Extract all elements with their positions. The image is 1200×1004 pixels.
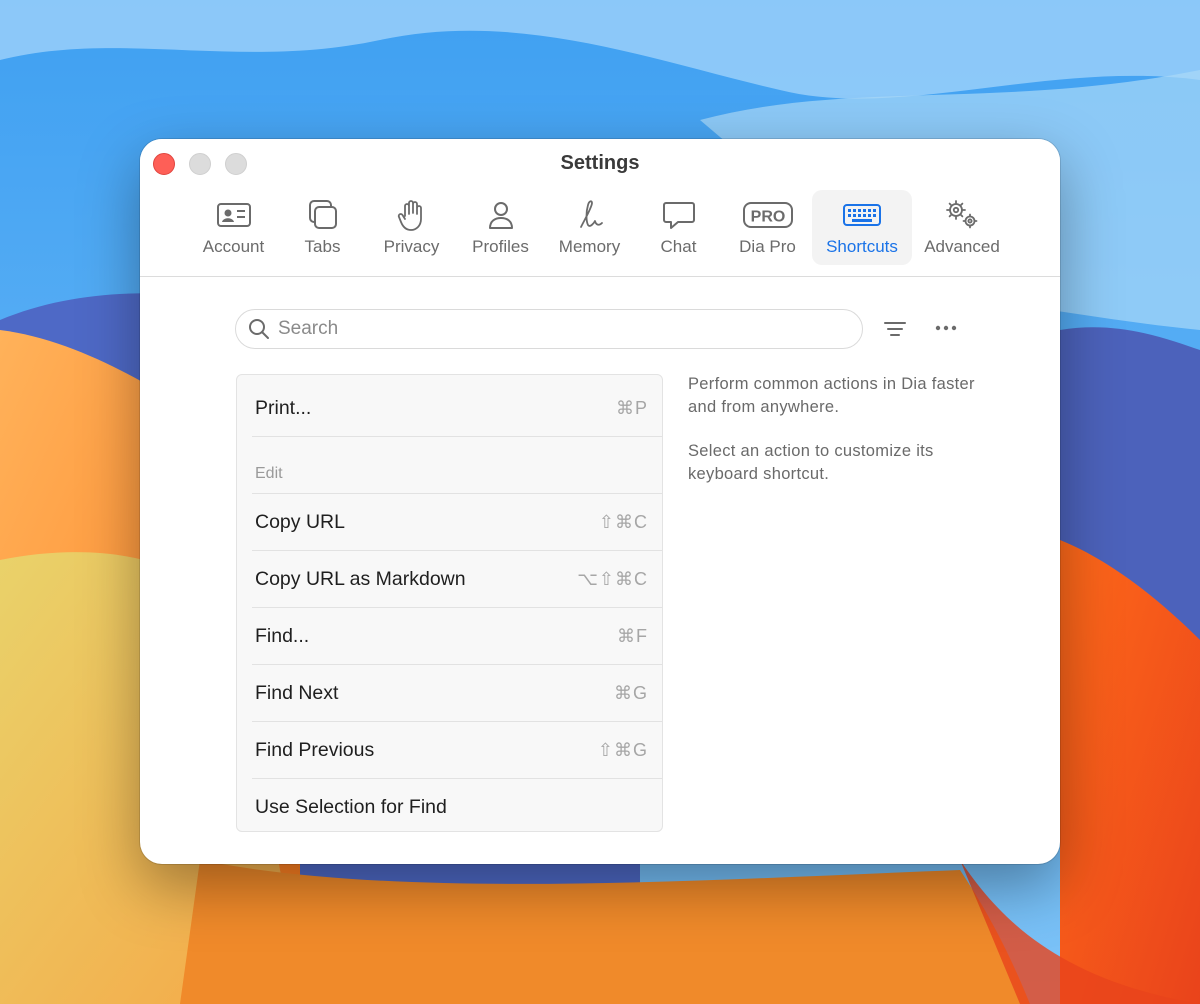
tab-label: Profiles (472, 237, 529, 256)
tab-label: Chat (660, 237, 697, 256)
list-item[interactable]: Find Previous ⇧⌘G (252, 722, 662, 779)
list-item[interactable]: Copy URL ⇧⌘C (252, 494, 662, 551)
tab-account[interactable]: Account (189, 190, 278, 265)
help-description: Perform common actions in Dia faster and… (688, 375, 975, 416)
more-options-icon[interactable] (933, 317, 959, 339)
keyboard-icon (843, 204, 881, 226)
search-input[interactable] (278, 318, 838, 340)
list-item[interactable]: Find... ⌘F (252, 608, 662, 665)
tab-label: Shortcuts (826, 237, 898, 256)
shortcuts-list: Print... ⌘P Edit Copy URL ⇧⌘C Copy URL a… (236, 374, 663, 832)
shortcut-keys: ⇧⌘G (597, 739, 648, 760)
tab-dia-pro[interactable]: PRO Dia Pro (723, 190, 812, 265)
memory-icon (579, 200, 603, 228)
tab-label: Advanced (924, 237, 1000, 256)
help-panel: Perform common actions in Dia faster and… (688, 373, 988, 486)
gears-icon (946, 200, 978, 229)
list-item[interactable]: Find Next ⌘G (252, 665, 662, 722)
section-header-edit: Edit (255, 465, 283, 482)
list-item[interactable]: Use Selection for Find (252, 779, 662, 831)
search-field[interactable] (235, 309, 863, 349)
section-divider (252, 437, 662, 494)
tab-advanced[interactable]: Advanced (912, 190, 1012, 265)
shortcut-action-name: Use Selection for Find (255, 796, 447, 818)
tab-label: Memory (558, 237, 621, 256)
help-instruction: Select an action to customize its keyboa… (688, 442, 934, 483)
settings-window: Settings Account Tabs Privacy Profiles M… (140, 139, 1060, 864)
shortcut-action-name: Copy URL (255, 510, 345, 533)
settings-toolbar: Account Tabs Privacy Profiles Memory Cha… (189, 190, 1012, 265)
tab-chat[interactable]: Chat (634, 190, 723, 265)
tab-profiles[interactable]: Profiles (456, 190, 545, 265)
window-title: Settings (560, 152, 640, 174)
tab-label: Privacy (383, 237, 440, 256)
shortcut-action-name: Find Next (255, 681, 339, 704)
shortcut-action-name: Print... (255, 396, 312, 419)
chat-bubble-icon (662, 202, 695, 229)
shortcut-keys: ⌘P (615, 397, 648, 418)
tab-label: Dia Pro (739, 237, 796, 256)
list-item[interactable]: Print... ⌘P (252, 380, 662, 437)
window-titlebar: Settings Account Tabs Privacy Profiles M… (140, 139, 1060, 277)
shortcut-keys: ⇧⌘C (598, 511, 648, 532)
shortcut-keys: ⌘F (617, 625, 648, 646)
search-icon (249, 319, 269, 339)
tabs-icon (308, 200, 337, 229)
tab-memory[interactable]: Memory (545, 190, 634, 265)
account-card-icon (216, 203, 251, 227)
tab-privacy[interactable]: Privacy (367, 190, 456, 265)
person-icon (488, 202, 513, 229)
pro-badge-icon: PRO (742, 202, 793, 228)
tab-label: Tabs (304, 237, 341, 256)
shortcut-action-name: Find... (255, 624, 310, 647)
tab-label: Account (202, 237, 265, 256)
shortcut-action-name: Find Previous (255, 738, 375, 761)
svg-text:PRO: PRO (750, 209, 785, 226)
shortcut-keys: ⌥⇧⌘C (577, 568, 648, 589)
tab-shortcuts[interactable]: Shortcuts (812, 190, 912, 265)
tab-tabs[interactable]: Tabs (278, 190, 367, 265)
list-item[interactable]: Copy URL as Markdown ⌥⇧⌘C (252, 551, 662, 608)
filter-icon[interactable] (882, 318, 908, 340)
shortcut-action-name: Copy URL as Markdown (255, 567, 466, 590)
hand-icon (397, 200, 422, 231)
shortcut-keys: ⌘G (613, 682, 648, 703)
